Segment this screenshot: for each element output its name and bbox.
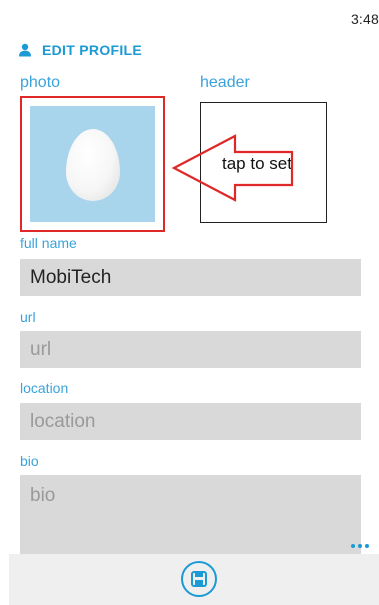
url-field[interactable]: url <box>20 331 361 368</box>
photo-label: photo <box>20 74 61 91</box>
full-name-label: full name <box>20 235 77 251</box>
location-label: location <box>20 380 69 396</box>
page-header: EDIT PROFILE <box>18 42 142 58</box>
bio-label: bio <box>20 453 39 469</box>
save-button[interactable] <box>181 561 217 597</box>
bio-field[interactable]: bio <box>20 475 361 555</box>
profile-photo-image <box>30 106 155 222</box>
tap-to-set-text[interactable]: tap to set <box>222 154 292 174</box>
full-name-field[interactable]: MobiTech <box>20 259 361 296</box>
edit-profile-screen: 3:48 EDIT PROFILE photo header tap to se… <box>0 0 379 605</box>
save-icon <box>191 571 207 587</box>
url-label: url <box>20 309 36 325</box>
profile-photo[interactable] <box>20 96 165 232</box>
status-bar-time: 3:48 <box>350 11 379 27</box>
app-bar <box>9 544 379 605</box>
header-label: header <box>200 74 250 91</box>
location-field[interactable]: location <box>20 403 361 440</box>
more-icon[interactable] <box>351 544 369 548</box>
egg-avatar-icon <box>66 129 120 201</box>
page-title: EDIT PROFILE <box>42 42 143 58</box>
person-icon <box>19 43 31 57</box>
